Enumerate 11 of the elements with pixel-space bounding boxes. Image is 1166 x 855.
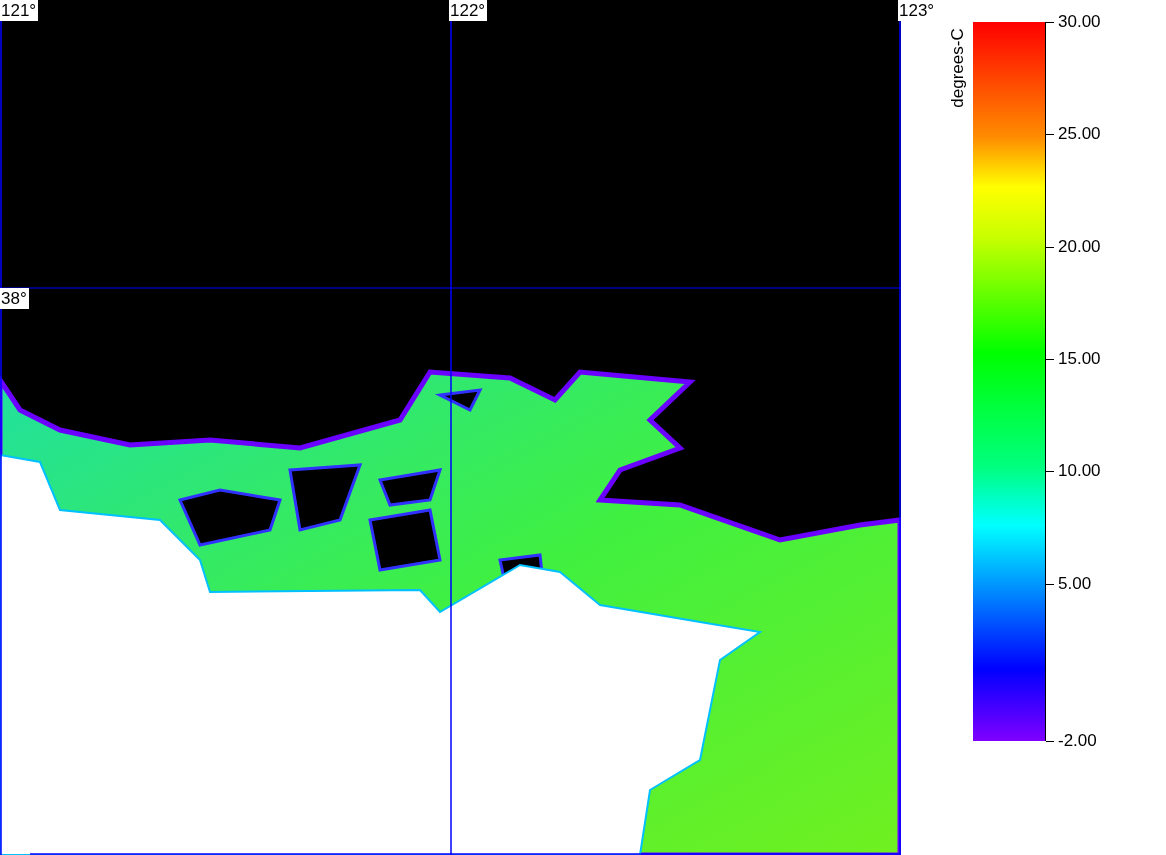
color-scale-label: 30.00	[1058, 12, 1101, 32]
color-scale-label: -2.00	[1058, 731, 1097, 751]
color-scale-label: 10.00	[1058, 461, 1101, 482]
color-scale-label: 5.00	[1058, 573, 1092, 594]
longitude-label: 121°	[0, 0, 39, 21]
color-scale-title: degrees-C	[948, 27, 968, 110]
color-scale-label: 20.00	[1058, 236, 1101, 257]
longitude-label: 122°	[449, 0, 488, 21]
latitude-label: 38°	[0, 288, 29, 309]
color-scale-label: 15.00	[1058, 349, 1101, 370]
color-scale-label: 25.00	[1058, 124, 1101, 145]
